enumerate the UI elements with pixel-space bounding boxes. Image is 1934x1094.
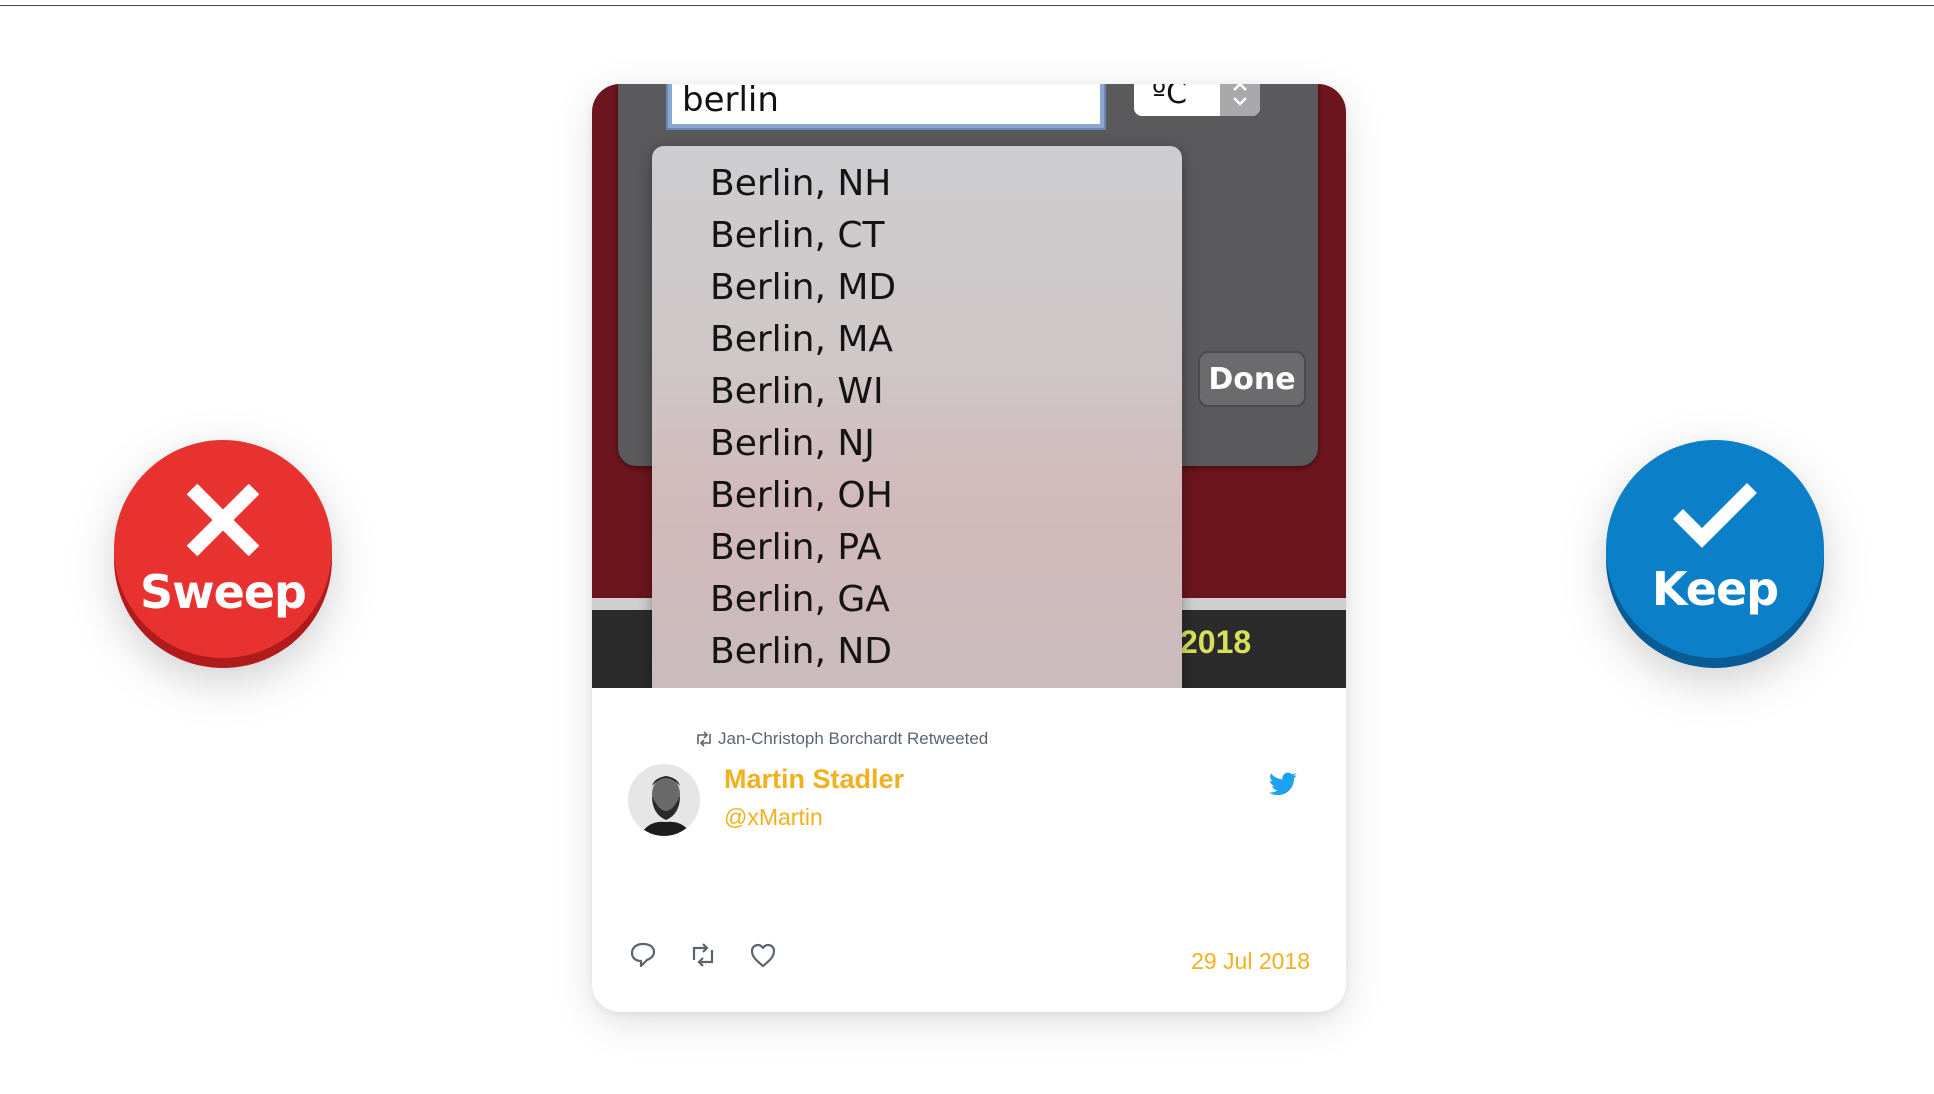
sweep-button[interactable]: Sweep [114, 440, 332, 668]
suggestion-item[interactable]: Berlin, MA [652, 314, 1182, 366]
retweet-context: Jan-Christoph Borchardt Retweeted [694, 727, 988, 751]
retweet-icon[interactable] [688, 940, 718, 970]
suggestion-item[interactable]: Berlin, NH [652, 158, 1182, 210]
tweet-media-screenshot[interactable]: berlin ºC Done 2018 Berlin, NH Berlin, C… [592, 84, 1346, 688]
keep-label: Keep [1651, 562, 1779, 616]
top-divider [0, 5, 1934, 6]
suggestion-item[interactable]: Berlin, NJ [652, 418, 1182, 470]
city-search-input[interactable]: berlin [666, 84, 1106, 130]
keep-button[interactable]: Keep [1606, 440, 1824, 668]
author-name[interactable]: Martin Stadler [724, 764, 904, 795]
tweet-date[interactable]: 29 Jul 2018 [1191, 948, 1310, 975]
author-handle[interactable]: @xMartin [724, 804, 823, 831]
suggestion-item[interactable]: Berlin, PA [652, 522, 1182, 574]
close-x-icon [186, 483, 260, 557]
like-heart-icon[interactable] [748, 940, 778, 970]
suggestion-item[interactable]: Berlin, WI [652, 366, 1182, 418]
checkmark-icon [1673, 483, 1757, 548]
retweet-context-text: Jan-Christoph Borchardt Retweeted [718, 729, 989, 748]
suggestion-item[interactable]: Berlin, MD [652, 262, 1182, 314]
suggestion-item[interactable]: Berlin, OH [652, 470, 1182, 522]
avatar[interactable] [628, 764, 700, 836]
tweet-card[interactable]: berlin ºC Done 2018 Berlin, NH Berlin, C… [592, 84, 1346, 1012]
sweep-label: Sweep [140, 565, 307, 619]
unit-select-value: ºC [1152, 84, 1188, 111]
suggestion-item[interactable]: Berlin, CT [652, 210, 1182, 262]
retweet-icon [697, 731, 711, 747]
suggestion-item[interactable]: Berlin, ND [652, 626, 1182, 678]
tweet-actions [628, 940, 778, 970]
sweep-button-face[interactable]: Sweep [114, 440, 332, 658]
city-suggestions-list[interactable]: Berlin, NH Berlin, CT Berlin, MD Berlin,… [652, 146, 1182, 688]
calendar-year: 2018 [1180, 624, 1252, 660]
twitter-bird-icon[interactable] [1269, 772, 1297, 796]
chevron-updown-icon[interactable] [1220, 84, 1260, 116]
unit-select[interactable]: ºC [1134, 84, 1260, 116]
reply-icon[interactable] [628, 940, 658, 970]
done-button[interactable]: Done [1198, 351, 1306, 407]
suggestion-item[interactable]: Berlin, GA [652, 574, 1182, 626]
keep-button-face[interactable]: Keep [1606, 440, 1824, 658]
